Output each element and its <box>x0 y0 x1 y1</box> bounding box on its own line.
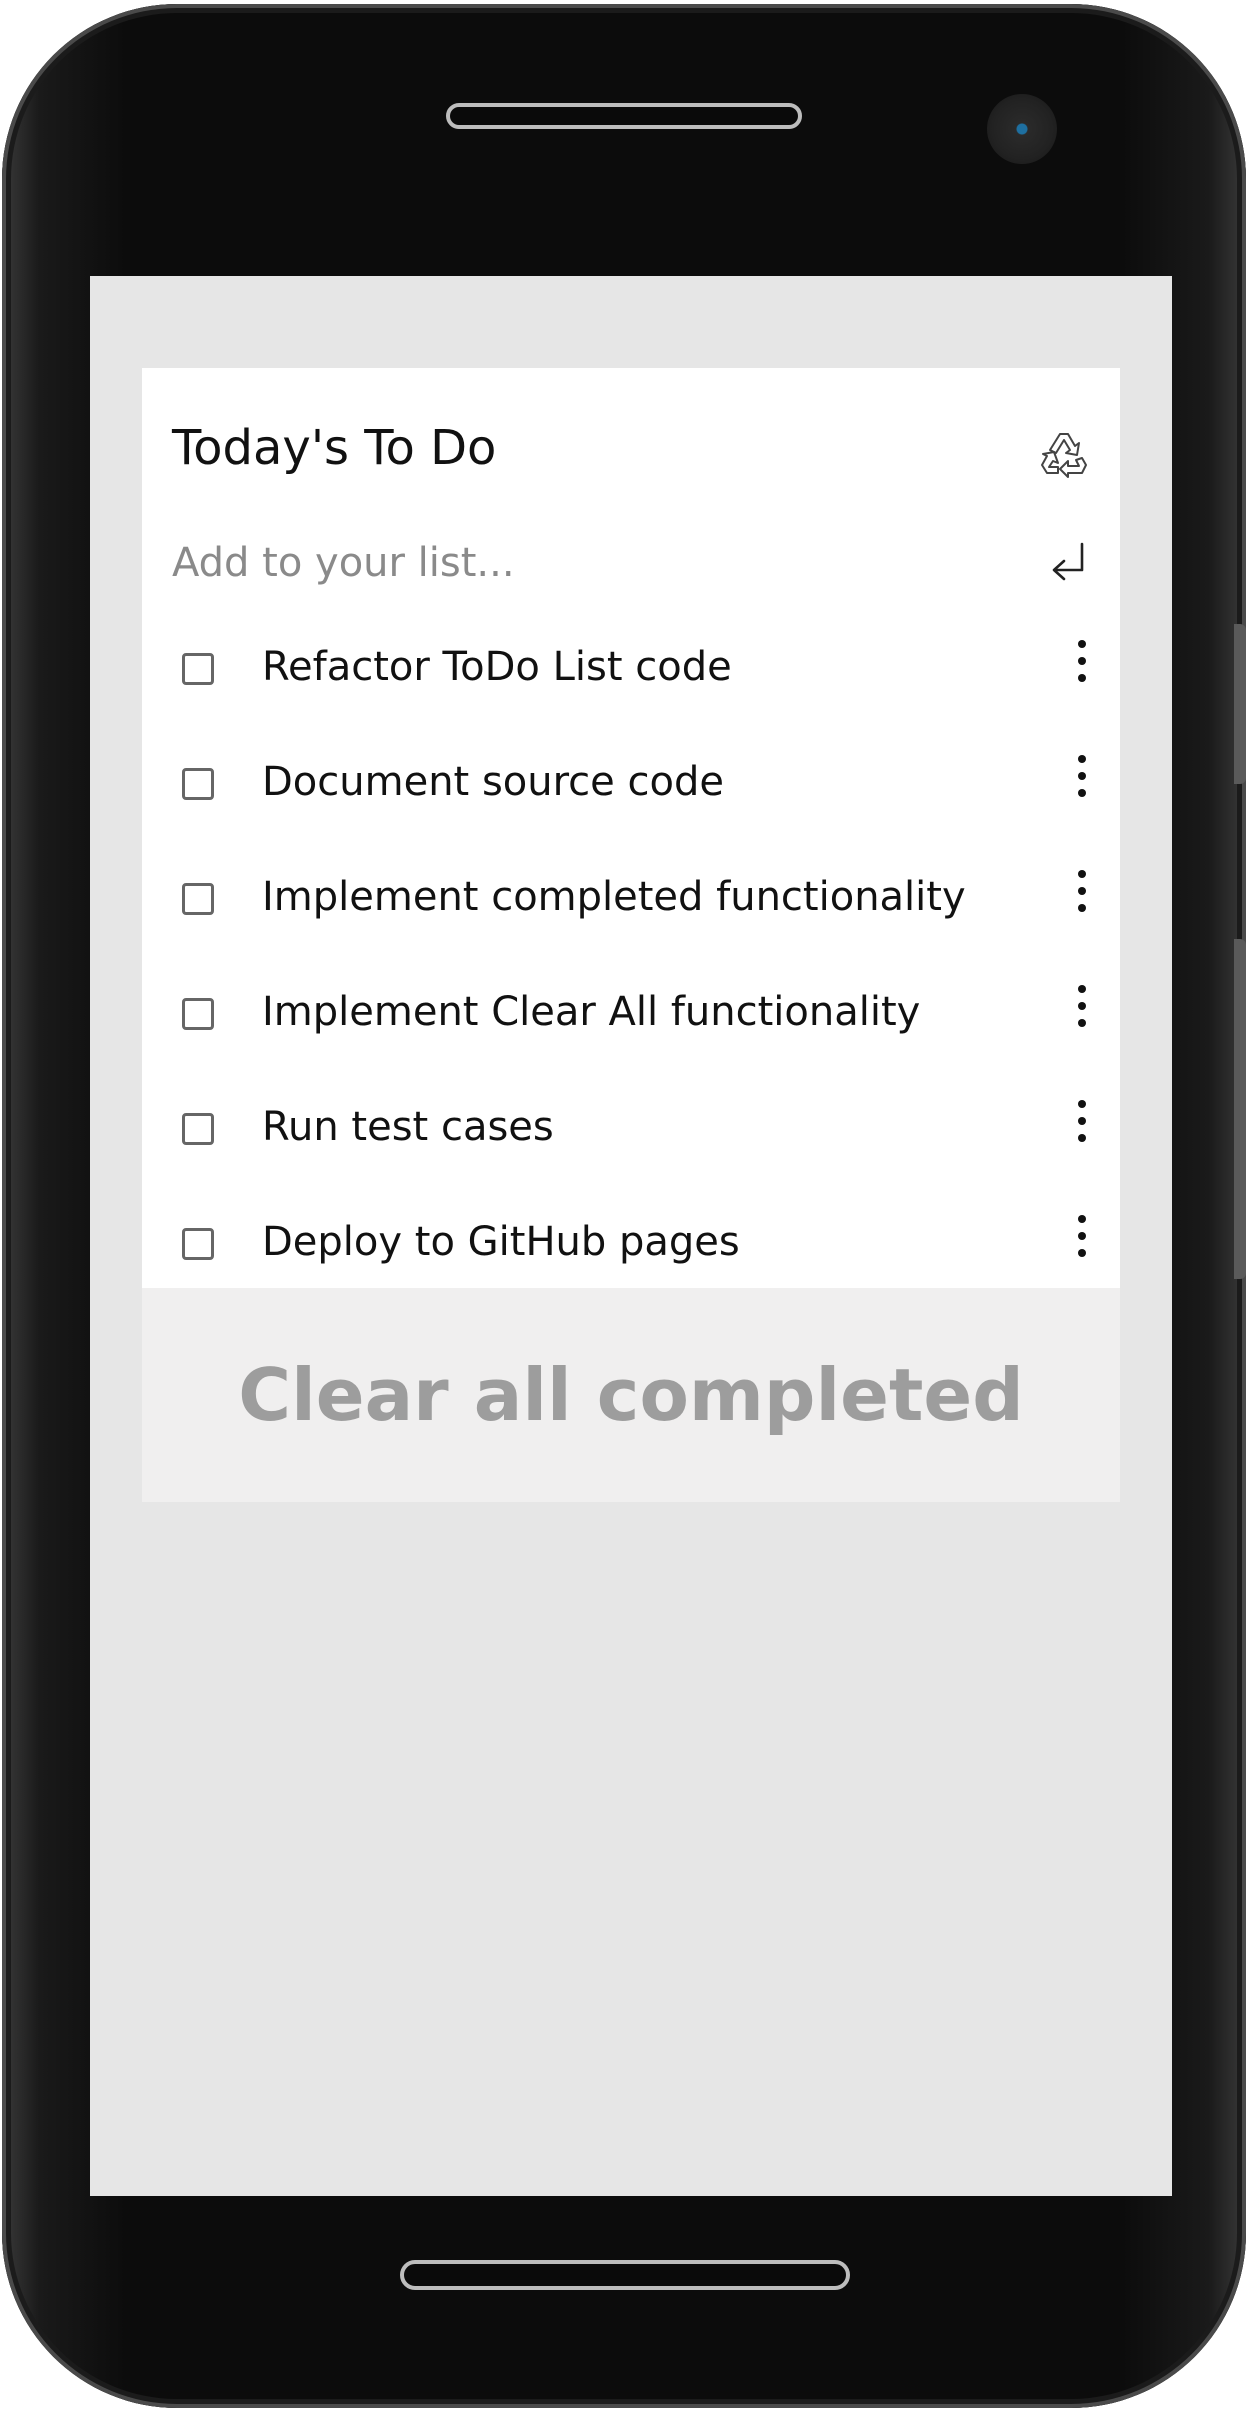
todo-label: Implement Clear All functionality <box>262 989 921 1035</box>
more-vertical-icon[interactable] <box>1072 640 1092 700</box>
todo-checkbox[interactable] <box>182 768 214 800</box>
home-button[interactable] <box>400 2260 850 2290</box>
todo-label: Run test cases <box>262 1104 554 1150</box>
power-button <box>1234 939 1246 1279</box>
more-vertical-icon[interactable] <box>1072 1100 1092 1160</box>
clear-completed-label: Clear all completed <box>238 1353 1024 1437</box>
todo-checkbox[interactable] <box>182 998 214 1030</box>
todo-checkbox[interactable] <box>182 1228 214 1260</box>
todo-list: Refactor ToDo List code Document source … <box>142 620 1120 1310</box>
enter-icon[interactable] <box>1048 540 1090 582</box>
todo-checkbox[interactable] <box>182 1113 214 1145</box>
todo-label: Deploy to GitHub pages <box>262 1219 740 1265</box>
more-vertical-icon[interactable] <box>1072 755 1092 815</box>
list-item: Document source code <box>142 735 1120 850</box>
add-item-row <box>142 528 1120 598</box>
todo-card: Today's To Do Add to your list... Refact… <box>142 368 1120 1288</box>
add-item-input[interactable] <box>172 528 1012 598</box>
app-screen: Today's To Do Add to your list... Refact… <box>90 276 1172 2196</box>
earpiece-speaker <box>446 103 802 129</box>
todo-label: Refactor ToDo List code <box>262 644 732 690</box>
front-camera <box>987 94 1057 164</box>
todo-label: Document source code <box>262 759 724 805</box>
list-item: Refactor ToDo List code <box>142 620 1120 735</box>
todo-label: Implement completed functionality <box>262 874 966 920</box>
todo-checkbox[interactable] <box>182 883 214 915</box>
page-title: Today's To Do <box>172 420 497 476</box>
card-header: Today's To Do <box>142 368 1120 488</box>
more-vertical-icon[interactable] <box>1072 1215 1092 1275</box>
more-vertical-icon[interactable] <box>1072 985 1092 1045</box>
clear-completed-button[interactable]: Clear all completed <box>142 1288 1120 1502</box>
phone-frame: Today's To Do Add to your list... Refact… <box>2 4 1246 2408</box>
todo-checkbox[interactable] <box>182 653 214 685</box>
list-item: Run test cases <box>142 1080 1120 1195</box>
list-item: Implement Clear All functionality <box>142 965 1120 1080</box>
recycle-icon[interactable] <box>1038 428 1090 480</box>
more-vertical-icon[interactable] <box>1072 870 1092 930</box>
volume-button <box>1234 624 1246 784</box>
list-item: Implement completed functionality <box>142 850 1120 965</box>
